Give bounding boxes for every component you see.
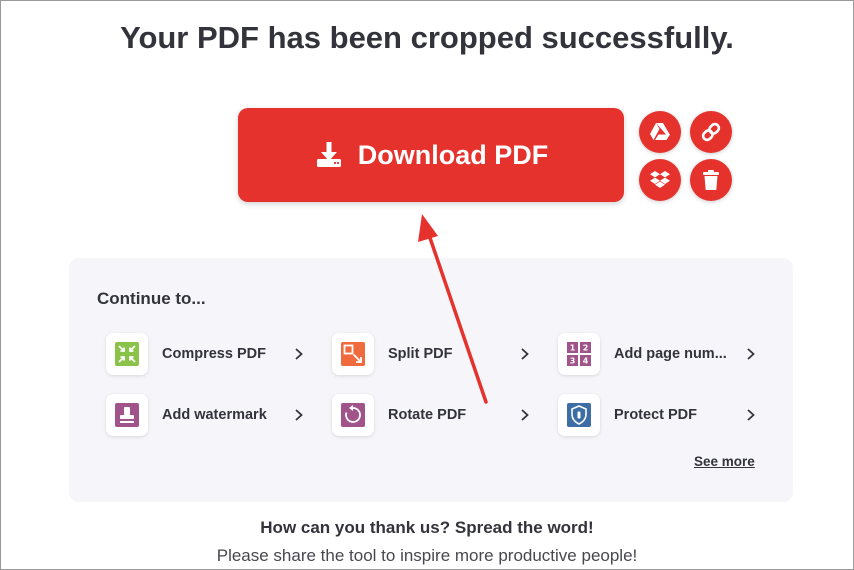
svg-text:3: 3 bbox=[570, 357, 576, 366]
watermark-icon bbox=[106, 394, 148, 436]
share-link-button[interactable] bbox=[690, 111, 732, 153]
tool-add-watermark[interactable]: Add watermark bbox=[106, 393, 316, 437]
tool-split-pdf[interactable]: Split PDF bbox=[332, 332, 542, 376]
link-icon bbox=[700, 121, 722, 143]
tool-label: Compress PDF bbox=[162, 346, 266, 362]
tool-compress-pdf[interactable]: Compress PDF bbox=[106, 332, 316, 376]
split-icon bbox=[332, 333, 374, 375]
share-text: Please share the tool to inspire more pr… bbox=[216, 546, 638, 565]
dropbox-icon bbox=[649, 170, 671, 190]
page-title: Your PDF has been cropped successfully. bbox=[120, 20, 734, 55]
chevron-right-icon bbox=[292, 408, 306, 422]
save-to-google-drive-button[interactable] bbox=[639, 111, 681, 153]
trash-icon bbox=[702, 169, 720, 191]
save-to-dropbox-button[interactable] bbox=[639, 159, 681, 201]
chevron-right-icon bbox=[518, 347, 532, 361]
svg-text:4: 4 bbox=[583, 357, 589, 366]
page-numbers-icon: 12 34 bbox=[558, 333, 600, 375]
shield-icon bbox=[558, 394, 600, 436]
tool-label: Split PDF bbox=[388, 346, 453, 362]
svg-text:1: 1 bbox=[570, 344, 576, 353]
download-label: Download PDF bbox=[357, 139, 549, 170]
svg-text:2: 2 bbox=[583, 344, 589, 353]
chevron-right-icon bbox=[744, 347, 758, 361]
compress-icon bbox=[106, 333, 148, 375]
download-icon bbox=[314, 140, 344, 170]
tool-label: Add watermark bbox=[162, 407, 267, 423]
continue-title: Continue to... bbox=[97, 289, 206, 308]
download-pdf-button[interactable]: Download PDF bbox=[238, 108, 624, 202]
tool-rotate-pdf[interactable]: Rotate PDF bbox=[332, 393, 542, 437]
delete-file-button[interactable] bbox=[690, 159, 732, 201]
tool-label: Add page num... bbox=[614, 346, 727, 362]
chevron-right-icon bbox=[518, 408, 532, 422]
tool-label: Protect PDF bbox=[614, 407, 697, 423]
google-drive-icon bbox=[649, 122, 671, 142]
continue-to-panel: Continue to... Compress PDF Split PDF 1 … bbox=[69, 258, 793, 502]
rotate-icon bbox=[332, 394, 374, 436]
see-more-link[interactable]: See more bbox=[694, 454, 755, 469]
thanks-heading: How can you thank us? Spread the word! bbox=[260, 518, 594, 537]
chevron-right-icon bbox=[744, 408, 758, 422]
tool-label: Rotate PDF bbox=[388, 407, 467, 423]
tool-protect-pdf[interactable]: Protect PDF bbox=[558, 393, 768, 437]
tool-add-page-numbers[interactable]: 12 34 Add page num... bbox=[558, 332, 768, 376]
chevron-right-icon bbox=[292, 347, 306, 361]
